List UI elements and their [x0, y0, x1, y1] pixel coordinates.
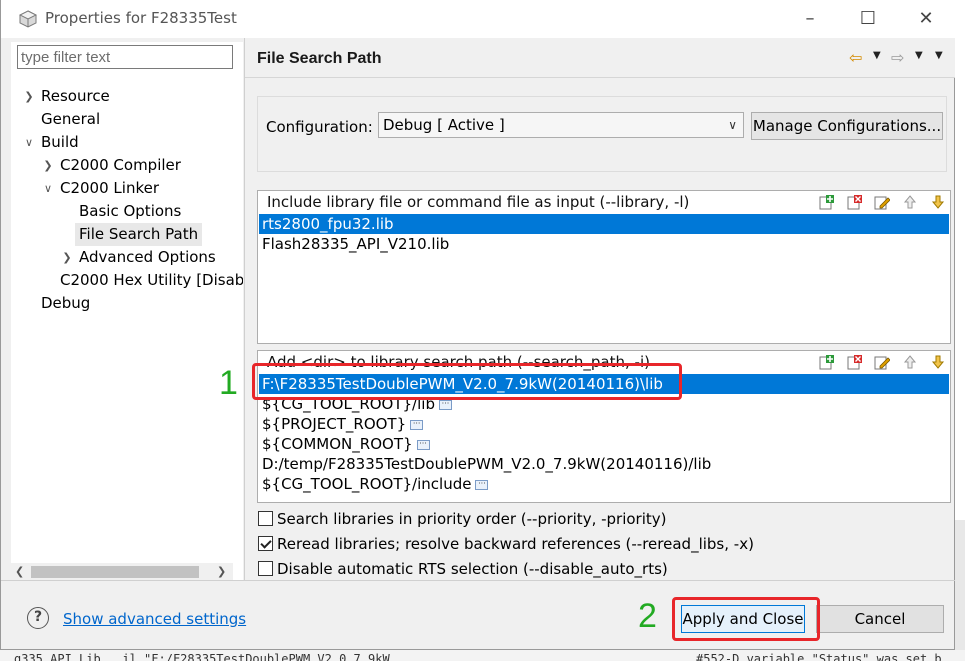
configuration-value: Debug [ Active ] — [383, 116, 505, 134]
annotation-number-2: 2 — [638, 597, 657, 635]
reread-checkbox[interactable] — [258, 536, 273, 551]
close-icon[interactable]: ✕ — [903, 6, 949, 32]
annotation-number-1: 1 — [219, 364, 238, 402]
search-path-row[interactable]: D:/temp/F28335TestDoublePWM_V2.0_7.9kW(2… — [259, 454, 949, 474]
tree-item-c2000-linker[interactable]: C2000 Linker — [60, 177, 159, 200]
tree-item-file-search-path[interactable]: File Search Path — [75, 223, 203, 246]
disable-rts-label: Disable automatic RTS selection (--disab… — [277, 560, 668, 578]
title-bar[interactable]: Properties for F28335Test – ☐ ✕ — [1, 0, 955, 38]
footer-separator — [1, 580, 955, 581]
show-advanced-settings-link[interactable]: Show advanced settings — [63, 610, 246, 628]
scroll-right-icon[interactable]: ❯ — [217, 563, 226, 581]
help-icon[interactable]: ? — [27, 607, 49, 629]
move-down-icon[interactable] — [930, 354, 946, 370]
maximize-icon[interactable]: ☐ — [845, 6, 891, 32]
tree-item-hex-utility[interactable]: C2000 Hex Utility [Disabled] — [60, 269, 243, 292]
reread-label: Reread libraries; resolve backward refer… — [277, 535, 754, 553]
move-up-icon[interactable] — [902, 354, 918, 370]
add-icon[interactable] — [819, 194, 835, 210]
delete-icon[interactable] — [847, 194, 863, 210]
filter-input[interactable] — [17, 45, 233, 69]
page-header: File Search Path ⇦ ▼ ⇨ ▼ ▼ — [245, 38, 955, 78]
scroll-left-icon[interactable]: ❮ — [15, 563, 24, 581]
bg-problem-text: #552-D variable "Status" was set b — [696, 652, 942, 661]
move-up-icon[interactable] — [902, 194, 918, 210]
tree-item-general[interactable]: General — [41, 108, 100, 131]
variable-icon: ··· — [410, 419, 424, 430]
edit-icon[interactable] — [874, 354, 892, 370]
chevron-right-icon[interactable]: ❯ — [42, 154, 54, 177]
search-path-row[interactable]: ${COMMON_ROOT} ··· — [259, 434, 949, 454]
search-path-row[interactable]: ${PROJECT_ROOT} ··· — [259, 414, 949, 434]
library-list: Include library file or command file as … — [257, 190, 951, 344]
chevron-down-icon[interactable]: ∨ — [42, 177, 54, 200]
back-arrow-icon[interactable]: ⇦ — [849, 48, 862, 67]
background-editor-right — [955, 520, 965, 650]
library-list-header: Include library file or command file as … — [267, 193, 690, 211]
configuration-select[interactable]: Debug [ Active ] ∨ — [378, 112, 744, 138]
window-title: Properties for F28335Test — [45, 9, 237, 27]
chevron-right-icon[interactable]: ❯ — [61, 246, 73, 269]
priority-label: Search libraries in priority order (--pr… — [277, 510, 667, 528]
chevron-down-icon: ∨ — [728, 118, 737, 132]
chevron-right-icon[interactable]: ❯ — [23, 85, 35, 108]
add-icon[interactable] — [819, 354, 835, 370]
tree-item-debug[interactable]: Debug — [41, 292, 90, 315]
annotation-highlight-path — [252, 363, 682, 400]
search-path-text: ${CG_TOOL_ROOT}/include — [262, 475, 472, 493]
search-path-toolbar — [812, 354, 946, 372]
search-path-text: ${PROJECT_ROOT} — [262, 415, 407, 433]
tree-item-build[interactable]: Build — [41, 131, 79, 154]
background-console: g335_API_Lib...il "F:/F28335TestDoublePW… — [0, 650, 965, 661]
variable-icon: ··· — [416, 439, 430, 450]
chevron-down-icon[interactable]: ∨ — [23, 131, 35, 154]
tree-horizontal-scrollbar[interactable]: ❮ ❯ — [11, 563, 233, 581]
bg-console-text: g335_API_Lib...il "F:/F28335TestDoublePW… — [14, 652, 390, 661]
tree-item-basic-options[interactable]: Basic Options — [79, 200, 181, 223]
delete-icon[interactable] — [847, 354, 863, 370]
forward-menu-dropdown-icon[interactable]: ▼ — [915, 50, 923, 61]
priority-checkbox[interactable] — [258, 511, 273, 526]
variable-icon: ··· — [475, 479, 489, 490]
minimize-icon[interactable]: – — [787, 6, 833, 32]
cancel-button[interactable]: Cancel — [816, 605, 944, 633]
back-menu-dropdown-icon[interactable]: ▼ — [873, 50, 881, 61]
library-list-toolbar — [812, 194, 946, 212]
configuration-label: Configuration: — [266, 118, 373, 136]
navigation-panel: ❯ Resource General ∨ Build ❯ C2000 Compi… — [11, 42, 243, 580]
disable-rts-checkbox[interactable] — [258, 561, 273, 576]
tree-item-advanced-options[interactable]: Advanced Options — [79, 246, 216, 269]
scrollbar-thumb[interactable] — [31, 566, 199, 578]
edit-icon[interactable] — [874, 194, 892, 210]
annotation-highlight-apply — [672, 597, 820, 641]
app-icon — [18, 10, 38, 28]
tree-item-resource[interactable]: Resource — [41, 85, 110, 108]
page-title: File Search Path — [257, 50, 382, 67]
panel-divider[interactable] — [244, 38, 245, 580]
library-row[interactable]: Flash28335_API_V210.lib — [259, 234, 949, 254]
settings-tree: ❯ Resource General ∨ Build ❯ C2000 Compi… — [11, 74, 243, 564]
view-menu-dropdown-icon[interactable]: ▼ — [935, 50, 943, 61]
forward-arrow-icon[interactable]: ⇨ — [891, 48, 904, 67]
properties-dialog: Properties for F28335Test – ☐ ✕ ❯ Resour… — [0, 0, 955, 650]
manage-configurations-button[interactable]: Manage Configurations... — [751, 112, 943, 140]
move-down-icon[interactable] — [930, 194, 946, 210]
configuration-group: Configuration: Debug [ Active ] ∨ Manage… — [257, 96, 947, 172]
tree-item-c2000-compiler[interactable]: C2000 Compiler — [60, 154, 181, 177]
library-row[interactable]: rts2800_fpu32.lib — [259, 214, 949, 234]
search-path-row[interactable]: ${CG_TOOL_ROOT}/include ··· — [259, 474, 949, 494]
search-path-text: ${COMMON_ROOT} — [262, 435, 413, 453]
variable-icon: ··· — [438, 399, 452, 410]
